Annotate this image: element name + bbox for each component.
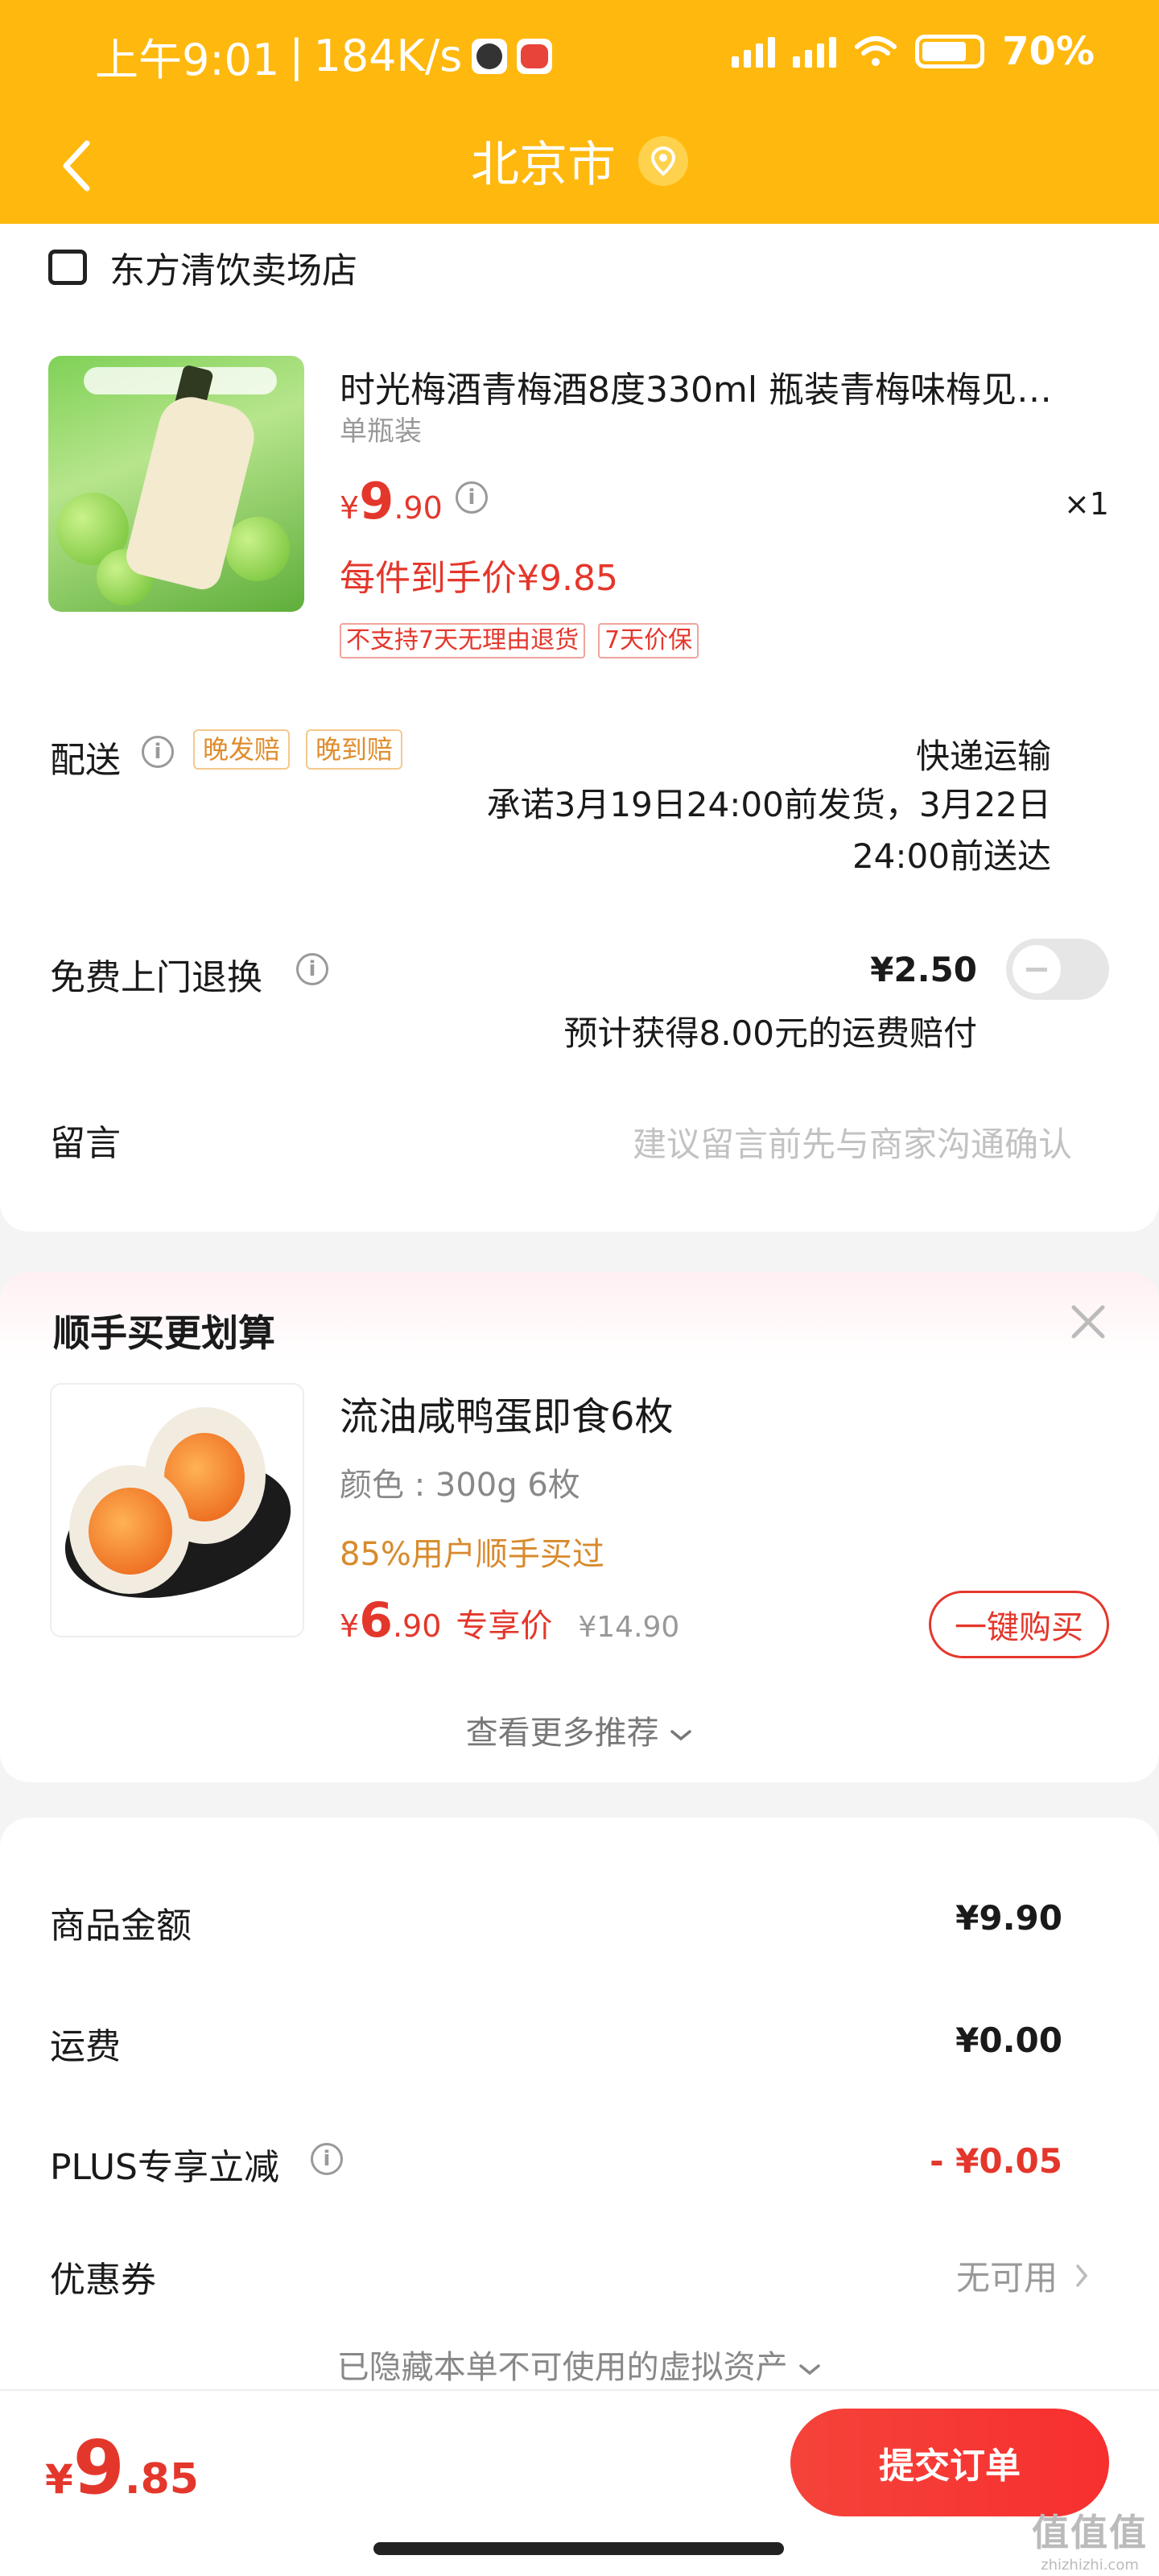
total-price: ¥ 9 .85: [45, 2425, 199, 2511]
goods-amount-label: 商品金额: [50, 1905, 192, 1946]
status-separator: |: [289, 31, 304, 81]
tag-no-return: 不支持7天无理由退货: [340, 623, 586, 658]
total-decimal: .85: [124, 2455, 199, 2504]
watermark-domain: zhizhizhi.com: [1041, 2557, 1139, 2574]
tag-late-ship: 晚发赔: [193, 729, 291, 770]
freight-value: ¥0.00: [955, 2021, 1062, 2060]
plus-info-icon[interactable]: i: [311, 2143, 343, 2175]
toggle-knob: [1013, 945, 1061, 993]
nav-title-wrap: 北京市: [0, 126, 1159, 196]
more-recommendations-label: 查看更多推荐: [465, 1715, 659, 1752]
final-price: 每件到手价¥9.85: [340, 558, 618, 599]
coupon-label: 优惠券: [50, 2260, 156, 2301]
store-row[interactable]: 东方清饮卖场店: [48, 235, 357, 299]
product-quantity: ×1: [1063, 486, 1109, 522]
message-label: 留言: [50, 1123, 121, 1164]
recommendation-price: ¥6.90 专享价 ¥14.90: [340, 1592, 679, 1649]
hidden-assets-toggle[interactable]: 已隐藏本单不可使用的虚拟资产: [0, 2341, 1159, 2388]
total-currency: ¥: [45, 2456, 73, 2503]
exchange-note: 预计获得8.00元的运费赔付: [563, 1013, 977, 1053]
store-name: 东方清饮卖场店: [109, 250, 357, 291]
plum-shape: [225, 517, 290, 581]
product-price: ¥ 9 .90: [340, 472, 443, 530]
status-time: 上午9:01: [95, 35, 280, 85]
plus-discount-label: PLUS专享立减: [50, 2147, 279, 2188]
battery-icon: [915, 35, 985, 68]
exchange-toggle[interactable]: [1006, 939, 1109, 1000]
wifi-icon: [855, 36, 897, 66]
location-pin-icon[interactable]: [638, 135, 688, 186]
recommendation-name[interactable]: 流油咸鸭蛋即食6枚: [340, 1385, 674, 1441]
price-summary-card: 商品金额 ¥9.90 运费 ¥0.00 PLUS专享立减 i - ¥0.05 优…: [0, 1818, 1159, 2413]
app-notification-icon: [517, 38, 553, 74]
freight-label: 运费: [50, 2026, 121, 2067]
recommendation-card: 顺手买更划算 流油咸鸭蛋即食6枚 颜色 : 300g 6枚 85%用户顺手买过 …: [0, 1272, 1159, 1782]
price-currency: ¥: [340, 490, 360, 526]
original-price: ¥14.90: [578, 1611, 680, 1644]
rec-price-decimal: .90: [392, 1608, 442, 1644]
product-title[interactable]: 时光梅酒青梅酒8度330ml 瓶装青梅味梅见…: [340, 361, 1080, 412]
rec-price-currency: ¥: [340, 1608, 360, 1644]
chevron-right-icon: [1076, 2264, 1088, 2287]
bottom-bar: ¥ 9 .85 提交订单 值值值 zhizhizhi.com: [0, 2389, 1159, 2576]
exchange-price: ¥2.50: [870, 950, 977, 989]
status-speed: 184K/s: [313, 31, 463, 81]
recommendation-social-proof: 85%用户顺手买过: [340, 1536, 604, 1573]
price-decimal: .90: [394, 490, 443, 526]
home-indicator[interactable]: [373, 2542, 784, 2555]
total-integer: 9: [72, 2425, 125, 2511]
recommendation-title: 顺手买更划算: [53, 1311, 275, 1355]
shipping-label: 配送: [50, 740, 121, 781]
rec-price-integer: 6: [359, 1592, 393, 1649]
plus-discount-value: - ¥0.05: [930, 2141, 1062, 2181]
shipping-promise: 承诺3月19日24:00前发货，3月22日24:00前送达: [486, 785, 1051, 876]
status-right: 70%: [732, 29, 1095, 74]
chevron-down-icon: [670, 1730, 692, 1741]
nav-bar: 北京市: [0, 105, 1159, 224]
clock-icon: [472, 38, 508, 74]
tag-price-protect: 7天价保: [598, 623, 699, 658]
tag-late-arrive: 晚到赔: [306, 729, 403, 770]
recommendation-image[interactable]: [50, 1383, 304, 1637]
more-recommendations-link[interactable]: 查看更多推荐: [0, 1707, 1159, 1753]
recommendation-spec: 颜色 : 300g 6枚: [340, 1467, 580, 1504]
store-icon: [48, 250, 87, 285]
order-card: 东方清饮卖场店 时光梅酒青梅酒8度330ml 瓶装青梅味梅见… 单瓶装 ¥ 9 …: [0, 224, 1159, 1232]
product-image[interactable]: [48, 356, 304, 612]
battery-percent: 70%: [1002, 29, 1095, 74]
shipping-method[interactable]: 快递运输: [916, 729, 1051, 778]
watermark: 值值值 zhizhizhi.com: [1032, 2504, 1148, 2574]
exclusive-price-label: 专享价: [456, 1608, 553, 1645]
coupon-selector[interactable]: 无可用: [956, 2251, 1090, 2300]
watermark-text: 值值值: [1032, 2511, 1148, 2554]
yolk-shape: [89, 1488, 172, 1575]
one-click-buy-button[interactable]: 一键购买: [929, 1591, 1109, 1658]
coupon-value: 无可用: [955, 2258, 1058, 2297]
location-title[interactable]: 北京市: [471, 126, 616, 196]
header: 上午9:01 | 184K/s 70% 北京市: [0, 0, 1159, 224]
shipping-info-icon[interactable]: i: [142, 736, 174, 768]
exchange-label: 免费上门退换: [50, 957, 262, 998]
status-left: 上午9:01 | 184K/s: [95, 24, 553, 88]
message-input[interactable]: 建议留言前先与商家沟通确认: [633, 1117, 1072, 1166]
status-bar: 上午9:01 | 184K/s 70%: [0, 0, 1159, 105]
product-spec: 单瓶装: [340, 415, 422, 448]
goods-amount-value: ¥9.90: [955, 1898, 1062, 1938]
product-tags: 不支持7天无理由退货 7天价保: [340, 623, 699, 658]
hidden-assets-label: 已隐藏本单不可使用的虚拟资产: [336, 2349, 788, 2386]
shipping-tags: 晚发赔 晚到赔: [193, 729, 403, 770]
exchange-info-icon[interactable]: i: [296, 953, 328, 985]
submit-order-button[interactable]: 提交订单: [790, 2409, 1109, 2516]
signal-2-icon: [793, 35, 837, 68]
close-icon[interactable]: [1066, 1299, 1111, 1344]
signal-icon: [732, 35, 776, 68]
price-integer: 9: [359, 472, 394, 530]
price-info-icon[interactable]: i: [456, 481, 488, 514]
chevron-down-icon: [799, 2364, 821, 2376]
